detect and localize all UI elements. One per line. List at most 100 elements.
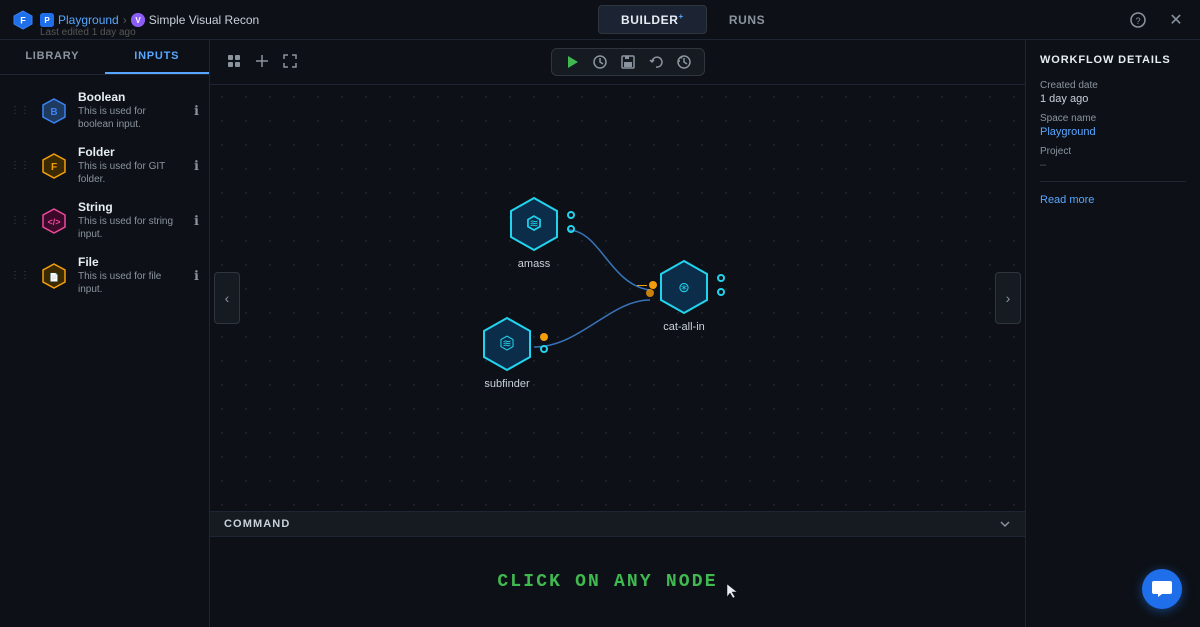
node-subfinder[interactable]: ⬡ ≋ subfinder: [478, 315, 536, 390]
string-info[interactable]: ℹ: [194, 213, 199, 229]
help-button[interactable]: ?: [1126, 8, 1150, 32]
command-panel: COMMAND CLICK ON ANY NODE: [210, 511, 1025, 627]
svg-text:≋: ≋: [529, 218, 538, 230]
top-bar: F P Playground › V Simple Visual Recon: [0, 0, 1200, 40]
nav-arrow-right[interactable]: ›: [995, 272, 1021, 324]
panel-title: WORKFLOW DETAILS: [1040, 54, 1186, 66]
subfinder-label: subfinder: [484, 378, 529, 390]
sidebar-tabs: LIBRARY INPUTS: [0, 40, 209, 75]
folder-name: Folder: [78, 145, 184, 159]
svg-text:F: F: [51, 162, 57, 173]
project-row: Project –: [1040, 146, 1186, 171]
nav-arrow-left[interactable]: ‹: [214, 272, 240, 324]
tab-runs[interactable]: RUNS: [707, 7, 787, 33]
space-name-label: Space name: [1040, 113, 1186, 124]
boolean-info[interactable]: ℹ: [194, 103, 199, 119]
file-info[interactable]: ℹ: [194, 268, 199, 284]
app-logo[interactable]: F: [12, 9, 34, 31]
sidebar-item-folder[interactable]: ⋮⋮ F Folder This is used for GIT folder.…: [0, 138, 209, 193]
space-name-value[interactable]: Playground: [1040, 126, 1186, 138]
cat-output-bottom[interactable]: [717, 288, 725, 296]
folder-info[interactable]: ℹ: [194, 158, 199, 174]
schedule-button[interactable]: [588, 53, 612, 71]
history-button[interactable]: [672, 53, 696, 71]
subfinder-output-bottom[interactable]: [540, 345, 548, 353]
cat-all-in-label: cat-all-in: [663, 321, 705, 333]
svg-text:B: B: [50, 107, 57, 118]
breadcrumb-separator: ›: [123, 13, 127, 27]
undo-button[interactable]: [644, 53, 668, 71]
cat-output-top[interactable]: [717, 274, 725, 282]
action-controls: [551, 48, 705, 76]
playground-breadcrumb[interactable]: Playground: [58, 13, 119, 27]
string-name: String: [78, 200, 184, 214]
sidebar-item-boolean[interactable]: ⋮⋮ B Boolean This is used for boolean in…: [0, 83, 209, 138]
sidebar-item-string[interactable]: ⋮⋮ </> String This is used for string in…: [0, 193, 209, 248]
boolean-text: Boolean This is used for boolean input.: [78, 90, 184, 131]
drag-handle: ⋮⋮: [10, 160, 30, 171]
sidebar-tab-inputs[interactable]: INPUTS: [105, 40, 210, 74]
playground-icon: P: [40, 13, 54, 27]
file-text: File This is used for file input.: [78, 255, 184, 296]
page-breadcrumb: V Simple Visual Recon: [131, 13, 260, 27]
subfinder-output-top[interactable]: [540, 333, 548, 341]
read-more-link[interactable]: Read more: [1040, 194, 1094, 206]
created-date-value: 1 day ago: [1040, 93, 1186, 105]
node-cat-all-in[interactable]: ⊛ cat-all-in: [655, 258, 713, 333]
tab-bar: BUILDER+ RUNS: [598, 5, 787, 34]
boolean-desc: This is used for boolean input.: [78, 105, 184, 131]
workflow-details-panel: WORKFLOW DETAILS Created date 1 day ago …: [1025, 40, 1200, 627]
page-title: Simple Visual Recon: [149, 13, 260, 27]
boolean-name: Boolean: [78, 90, 184, 104]
expand-button[interactable]: [278, 52, 302, 73]
file-name: File: [78, 255, 184, 269]
sidebar-tab-library[interactable]: LIBRARY: [0, 40, 105, 74]
canvas-toolbar: [210, 40, 1025, 85]
string-desc: This is used for string input.: [78, 215, 184, 241]
top-bar-left: F P Playground › V Simple Visual Recon: [12, 9, 259, 31]
created-date-row: Created date 1 day ago: [1040, 80, 1186, 105]
divider: [1040, 181, 1186, 182]
boolean-icon: B: [40, 97, 68, 125]
svg-text:F: F: [20, 15, 26, 25]
string-icon: </>: [40, 207, 68, 235]
drag-handle: ⋮⋮: [10, 215, 30, 226]
command-header[interactable]: COMMAND: [210, 512, 1025, 537]
workflow-canvas[interactable]: ‹ › ⬡ ≋: [210, 85, 1025, 511]
file-icon: 📄: [40, 262, 68, 290]
svg-text:P: P: [44, 16, 50, 25]
string-text: String This is used for string input.: [78, 200, 184, 241]
grid-view-button[interactable]: [222, 52, 246, 73]
sidebar-item-file[interactable]: ⋮⋮ 📄 File This is used for file input. ℹ: [0, 248, 209, 303]
amass-label: amass: [518, 258, 550, 270]
svg-text:?: ?: [1135, 16, 1140, 26]
click-node-prompt: CLICK ON ANY NODE: [497, 572, 717, 592]
chat-bubble[interactable]: [1142, 569, 1182, 609]
drag-handle: ⋮⋮: [10, 270, 30, 281]
svg-text:≋: ≋: [502, 338, 511, 350]
node-amass[interactable]: ⬡ ≋ amass: [505, 195, 563, 270]
created-date-label: Created date: [1040, 80, 1186, 91]
top-bar-right: ? ✕: [1126, 8, 1188, 32]
collapse-icon: [999, 518, 1011, 530]
tab-builder[interactable]: BUILDER+: [598, 5, 707, 34]
play-button[interactable]: [560, 53, 584, 71]
amass-output-bottom[interactable]: [567, 225, 575, 233]
cat-input-dot[interactable]: [649, 281, 657, 289]
svg-text:⊛: ⊛: [678, 279, 690, 295]
amass-output-top[interactable]: [567, 211, 575, 219]
project-label: Project: [1040, 146, 1186, 157]
layout-controls: [222, 52, 302, 73]
folder-desc: This is used for GIT folder.: [78, 160, 184, 186]
save-button[interactable]: [616, 53, 640, 71]
drag-handle: ⋮⋮: [10, 105, 30, 116]
project-value: –: [1040, 159, 1186, 171]
breadcrumb: P Playground › V Simple Visual Recon: [40, 13, 259, 27]
sidebar-items: ⋮⋮ B Boolean This is used for boolean in…: [0, 75, 209, 627]
close-button[interactable]: ✕: [1164, 8, 1188, 32]
space-name-row: Space name Playground: [1040, 113, 1186, 138]
cross-layout-button[interactable]: [250, 52, 274, 73]
folder-text: Folder This is used for GIT folder.: [78, 145, 184, 186]
main-layout: LIBRARY INPUTS ⋮⋮ B Boolean This is used…: [0, 40, 1200, 627]
svg-text:V: V: [135, 16, 141, 25]
